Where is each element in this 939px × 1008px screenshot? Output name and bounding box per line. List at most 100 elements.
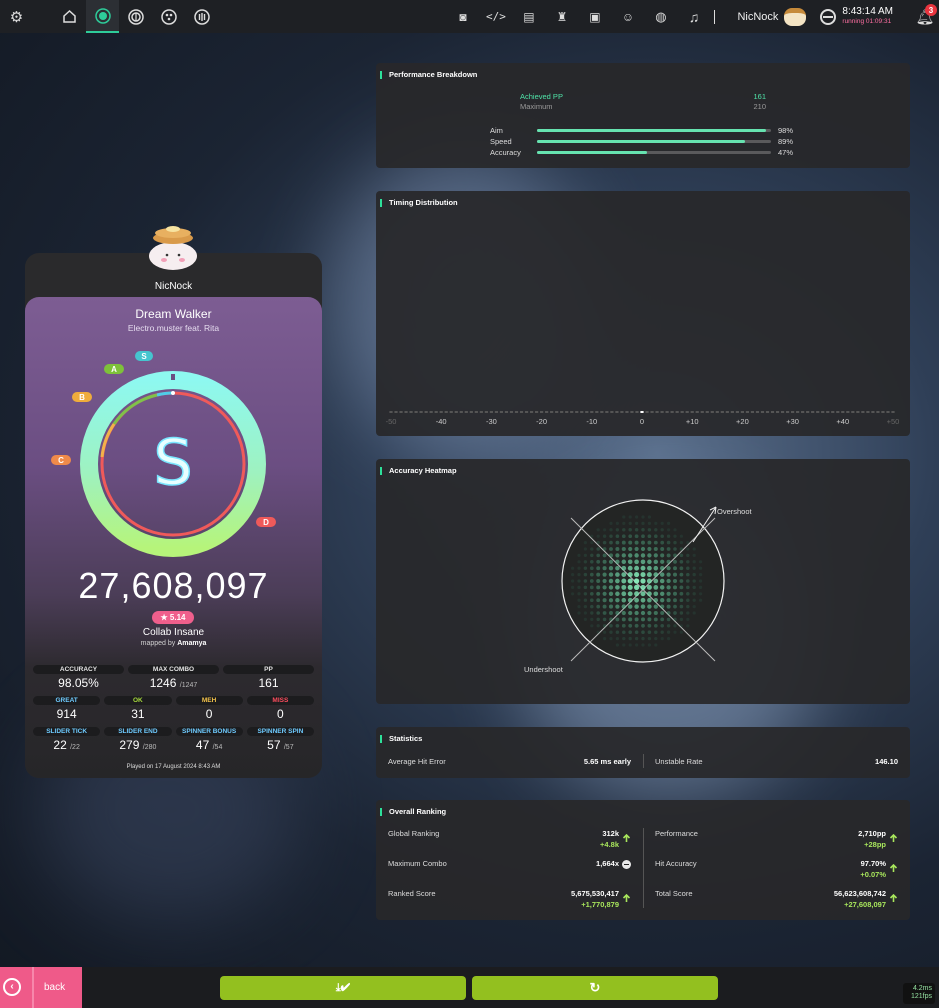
chat-button[interactable]: ☺ — [611, 0, 644, 33]
toolbar-avatar[interactable] — [784, 7, 807, 26]
heatmap-dot — [627, 565, 633, 571]
beatmap-button[interactable]: ▣ — [578, 0, 611, 33]
histogram-bar — [514, 411, 519, 413]
heatmap-dot — [583, 604, 588, 609]
mapper-name[interactable]: Amamya — [177, 640, 206, 647]
ruleset-taiko-button[interactable] — [119, 0, 152, 33]
histogram-bar — [836, 411, 840, 413]
heatmap-dot — [609, 528, 613, 532]
heatmap-dot — [615, 534, 620, 538]
clock[interactable]: 8:43:14 AM running 01:09:31 — [820, 6, 893, 27]
heatmap-dot — [583, 617, 587, 621]
download-replay-button[interactable]: ⤓✔ — [220, 976, 466, 1000]
stat-value: 0 — [277, 707, 284, 721]
heatmap-dot — [641, 521, 645, 526]
histogram-bar — [826, 411, 830, 413]
heatmap-dot — [686, 541, 690, 545]
heatmap-dot — [621, 578, 627, 584]
back-button[interactable]: ‹ back — [0, 967, 82, 1008]
unstable-rate-label: Unstable Rate — [655, 757, 703, 766]
heatmap-dot — [673, 534, 677, 538]
stat-value: 22 /22 — [53, 738, 80, 752]
heatmap-dot — [660, 637, 664, 641]
histogram-tick-label: +20 — [736, 417, 749, 426]
histogram-bar — [550, 411, 554, 413]
beatmap-listing-button[interactable]: ▤ — [512, 0, 545, 33]
book-icon: ▤ — [523, 9, 535, 24]
stat-value: 914 — [56, 707, 77, 721]
heatmap-dot — [615, 623, 620, 628]
heatmap-dot — [590, 611, 594, 615]
ranking-label: Performance — [655, 829, 698, 838]
heatmap-dot — [602, 559, 607, 564]
heatmap-dot — [641, 515, 645, 519]
heatmap-dot — [634, 521, 639, 526]
now-playing-button[interactable]: ♫ — [677, 0, 710, 33]
performance-breakdown-panel: Performance Breakdown Achieved PP 161 Ma… — [376, 63, 910, 168]
stat-spinner-spin: SPINNER SPIN 57 /57 — [246, 727, 314, 752]
ruleset-catch-button[interactable] — [152, 0, 185, 33]
retry-button[interactable]: ↻ — [472, 976, 718, 1000]
histogram-bar — [394, 411, 398, 413]
heatmap-dot — [640, 546, 646, 552]
heatmap-dot — [634, 572, 640, 578]
stat-label: MEH — [175, 696, 243, 705]
heatmap-dot — [647, 617, 652, 622]
heatmap-dot — [608, 572, 614, 577]
heatmap-dot — [596, 579, 601, 583]
heatmap-dot — [633, 578, 640, 584]
frame-time: 4.2ms — [912, 985, 932, 992]
stat-value: 161 — [258, 676, 279, 690]
heatmap-dot — [596, 617, 600, 622]
panel-title: Overall Ranking — [380, 808, 446, 816]
news-button[interactable]: ◙ — [446, 0, 479, 33]
heatmap-dot — [699, 592, 703, 596]
histogram-tick-label: -20 — [536, 417, 547, 426]
heatmap-dot — [583, 541, 587, 545]
heatmap-dot — [608, 604, 614, 609]
toolbar-user-name[interactable]: NicNock — [737, 11, 778, 23]
heatmap-dot — [590, 560, 594, 564]
notifications-button[interactable]: 🔔︎ 3 — [911, 0, 939, 33]
ruleset-osu-button[interactable] — [86, 0, 119, 33]
heatmap-dot — [577, 560, 581, 564]
rankings-button[interactable]: ♜ — [545, 0, 578, 33]
heatmap-dot — [666, 624, 671, 628]
player-avatar[interactable] — [146, 222, 200, 272]
histogram-bar — [414, 411, 418, 413]
heatmap-dot — [667, 637, 671, 641]
histogram-bar — [474, 411, 478, 413]
bottom-bar: ‹ back ⤓✔ ↻ — [0, 967, 939, 1008]
heatmap-dot — [621, 591, 627, 597]
ruleset-mania-button[interactable] — [185, 0, 218, 33]
stat-label: SLIDER TICK — [33, 727, 101, 736]
heatmap-dot — [654, 643, 658, 647]
histogram-bar — [560, 411, 564, 413]
heatmap-dot — [692, 553, 696, 557]
heatmap-dot — [621, 617, 626, 622]
dev-tools-button[interactable]: </> — [479, 0, 512, 33]
heatmap-dot — [666, 578, 671, 584]
rank-marker-a-label: A — [111, 365, 117, 374]
home-button[interactable] — [53, 0, 86, 33]
heatmap-dot — [627, 584, 633, 590]
statistics-divider — [643, 754, 644, 768]
social-button[interactable]: ◍ — [644, 0, 677, 33]
player-name[interactable]: NicNock — [25, 281, 322, 292]
heatmap-dot — [660, 534, 664, 538]
heatmap-dot — [673, 559, 677, 564]
rank-ring-segment-s — [156, 391, 174, 397]
stat-label: SLIDER END — [104, 727, 172, 736]
heatmap-dot — [653, 546, 658, 552]
histogram-bar — [871, 411, 875, 413]
ranking-icon: ♜ — [556, 9, 568, 24]
heatmap-dot — [596, 598, 601, 603]
heatmap-dot — [692, 579, 696, 583]
histogram-tick-label: -40 — [436, 417, 447, 426]
heatmap-dot — [653, 591, 659, 597]
histogram-tick-label: -30 — [486, 417, 497, 426]
heatmap-dot — [608, 566, 614, 571]
settings-button[interactable]: ⚙ — [0, 0, 33, 33]
achieved-pp-label: Achieved PP — [520, 92, 563, 101]
heatmap-dot — [692, 566, 696, 570]
